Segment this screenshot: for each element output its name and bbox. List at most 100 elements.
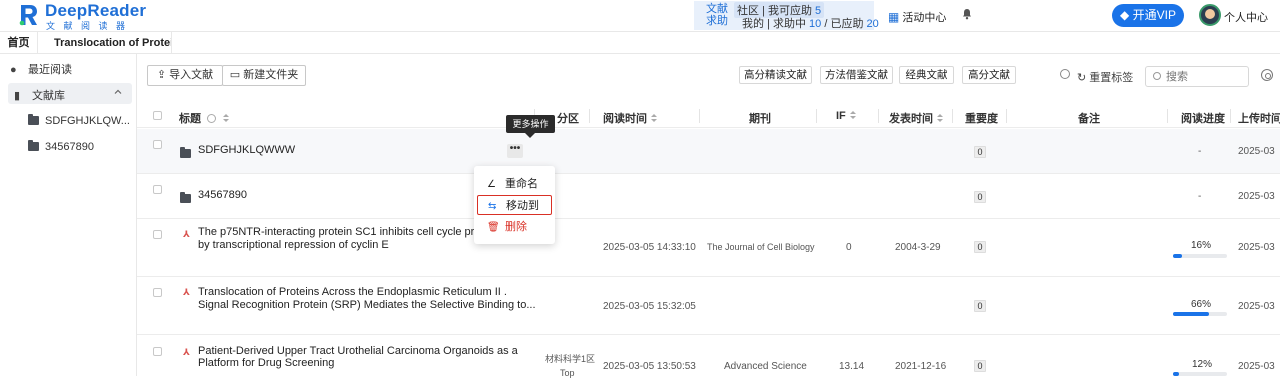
folder-icon: [28, 114, 39, 125]
row-title-line1[interactable]: Translocation of Proteins Across the End…: [198, 286, 507, 298]
row-checkbox[interactable]: [153, 140, 162, 149]
select-all-checkbox[interactable]: [153, 111, 162, 120]
importance-value[interactable]: 0: [974, 191, 986, 203]
row-title-line1[interactable]: Patient-Derived Upper Tract Urothelial C…: [198, 345, 518, 357]
menu-move-to-label: 移动到: [506, 200, 539, 212]
gear-icon[interactable]: [207, 114, 217, 123]
user-center-link[interactable]: 个人中心: [1224, 9, 1268, 25]
filter-tag-classic[interactable]: 经典文献: [899, 66, 954, 84]
sort-icon[interactable]: [937, 114, 943, 123]
journal: The Journal of Cell Biology: [707, 242, 815, 252]
progress-bar: [1173, 372, 1227, 376]
column-header-read-time[interactable]: 阅读时间: [603, 110, 657, 126]
sidebar: ● 最近阅读 ▮ 文献库 SDFGHJKLQW... 34567890: [0, 54, 137, 376]
importance-value[interactable]: 0: [974, 241, 986, 253]
column-header-title[interactable]: 标题: [179, 110, 230, 126]
sidebar-folder-item[interactable]: SDFGHJKLQW...: [28, 114, 130, 127]
history-icon[interactable]: [1060, 69, 1070, 79]
pdf-icon: ⅄: [183, 347, 190, 357]
menu-rename-label: 重命名: [505, 178, 538, 190]
reset-tags-button[interactable]: ↻ 重置标签: [1077, 69, 1133, 85]
activity-center-link[interactable]: ▦ 活动中心: [888, 9, 946, 25]
menu-delete-label: 删除: [505, 221, 527, 233]
gear-icon[interactable]: [1261, 69, 1273, 81]
row-checkbox[interactable]: [153, 185, 162, 194]
row-title[interactable]: SDFGHJKLQWWW: [198, 144, 295, 156]
chevron-up-icon[interactable]: [114, 88, 122, 96]
filter-tag-high-score-intensive[interactable]: 高分精读文献: [739, 66, 812, 84]
sidebar-item-library[interactable]: ▮ 文献库: [14, 87, 65, 103]
import-label: 导入文献: [169, 69, 214, 81]
importance-value[interactable]: 0: [974, 360, 986, 372]
table-header: 标题 分区 阅读时间 期刊 IF 发表时间 重要度 备注 阅读进度 上传时间: [137, 104, 1280, 128]
sort-icon[interactable]: [849, 111, 856, 120]
column-header-if[interactable]: IF: [836, 110, 856, 122]
row-title-line2[interactable]: Signal Recognition Protein (SRP) Mediate…: [198, 299, 536, 311]
row-checkbox[interactable]: [153, 347, 162, 356]
column-header-upload-time: 上传时间: [1238, 113, 1280, 125]
table-row[interactable]: ⅄ Patient-Derived Upper Tract Urothelial…: [137, 335, 1280, 378]
read-time: 2025-03-05 13:50:53: [603, 361, 696, 372]
column-separator: [1167, 109, 1168, 123]
avatar-face: [1205, 9, 1215, 19]
open-vip-button[interactable]: ◆ 开通VIP: [1112, 4, 1184, 27]
upload-time: 2025-03: [1238, 191, 1275, 202]
publish-time: 2004-3-29: [895, 242, 941, 253]
progress-fill: [1173, 254, 1182, 258]
upload-time: 2025-03: [1238, 242, 1275, 253]
progress-value: -: [1198, 146, 1202, 157]
sidebar-folder-item[interactable]: 34567890: [28, 140, 94, 153]
search-input[interactable]: [1166, 69, 1246, 84]
app-logo[interactable]: DeepReader 文献阅读器: [14, 1, 146, 31]
diamond-icon: ◆: [1120, 8, 1130, 22]
table-row[interactable]: ⅄ Translocation of Proteins Across the E…: [137, 277, 1280, 335]
table-row[interactable]: SDFGHJKLQWWW 0 - 2025-03: [137, 129, 1280, 174]
importance-value[interactable]: 0: [974, 300, 986, 312]
filter-tag-high-score[interactable]: 高分文献: [962, 66, 1016, 84]
progress-label: 12%: [1192, 359, 1213, 370]
sort-icon[interactable]: [223, 114, 230, 123]
avatar[interactable]: [1199, 4, 1221, 26]
read-time: 2025-03-05 14:33:10: [603, 242, 696, 253]
search-icon: [1153, 72, 1161, 80]
import-button[interactable]: ⇪ 导入文献: [147, 65, 223, 86]
new-folder-button[interactable]: ▭ 新建文件夹: [222, 65, 306, 86]
row-title[interactable]: 34567890: [198, 189, 247, 201]
row-title-line2[interactable]: Platform for Drug Screening: [198, 357, 334, 369]
search-box[interactable]: [1145, 66, 1249, 87]
my-help-status[interactable]: 我的 | 求助中 10 / 已应助 20: [742, 15, 879, 31]
sidebar-item-recent[interactable]: ● 最近阅读: [10, 61, 72, 77]
table-row[interactable]: 34567890 0 - 2025-03: [137, 174, 1280, 219]
progress-fill: [1173, 372, 1180, 376]
row-title-line1[interactable]: The p75NTR-interacting protein SC1 inhib…: [198, 226, 507, 238]
tab-home[interactable]: 首页: [0, 32, 38, 54]
column-header-pub-time[interactable]: 发表时间: [889, 110, 943, 126]
tab-document[interactable]: Translocation of Protei: [38, 32, 172, 54]
column-separator: [589, 109, 590, 123]
progress-bar: [1173, 312, 1227, 316]
sidebar-recent-label: 最近阅读: [28, 64, 72, 76]
bell-icon[interactable]: [962, 8, 972, 20]
table-row[interactable]: ⅄ The p75NTR-interacting protein SC1 inh…: [137, 219, 1280, 277]
menu-item-delete[interactable]: 🗑 删除: [477, 217, 552, 237]
app-subtitle: 文献阅读器: [46, 21, 134, 31]
folder-icon: [180, 147, 191, 158]
progress-value: -: [1198, 191, 1202, 202]
menu-item-rename[interactable]: ∠ 重命名: [477, 174, 552, 194]
row-checkbox[interactable]: [153, 288, 162, 297]
more-actions-button[interactable]: •••: [507, 144, 523, 158]
column-header-journal: 期刊: [749, 113, 771, 125]
sidebar-library-label: 文献库: [32, 90, 65, 102]
row-checkbox[interactable]: [153, 230, 162, 239]
menu-item-move-to[interactable]: ⇆ 移动到: [477, 195, 552, 215]
column-header-title-label: 标题: [179, 113, 201, 125]
sort-icon[interactable]: [651, 114, 657, 123]
importance-value[interactable]: 0: [974, 146, 986, 158]
help-tag: 文献求助: [706, 3, 728, 27]
row-title-line2[interactable]: by transcriptional repression of cyclin …: [198, 239, 389, 251]
literature-help-panel[interactable]: 文献求助 社区 | 我可应助 5 我的 | 求助中 10 / 已应助 20: [694, 1, 879, 30]
publish-time: 2021-12-16: [895, 361, 947, 372]
refresh-icon: ↻: [1077, 72, 1087, 84]
folder-plus-icon: ▭: [229, 69, 241, 81]
filter-tag-method-reference[interactable]: 方法借鉴文献: [820, 66, 893, 84]
